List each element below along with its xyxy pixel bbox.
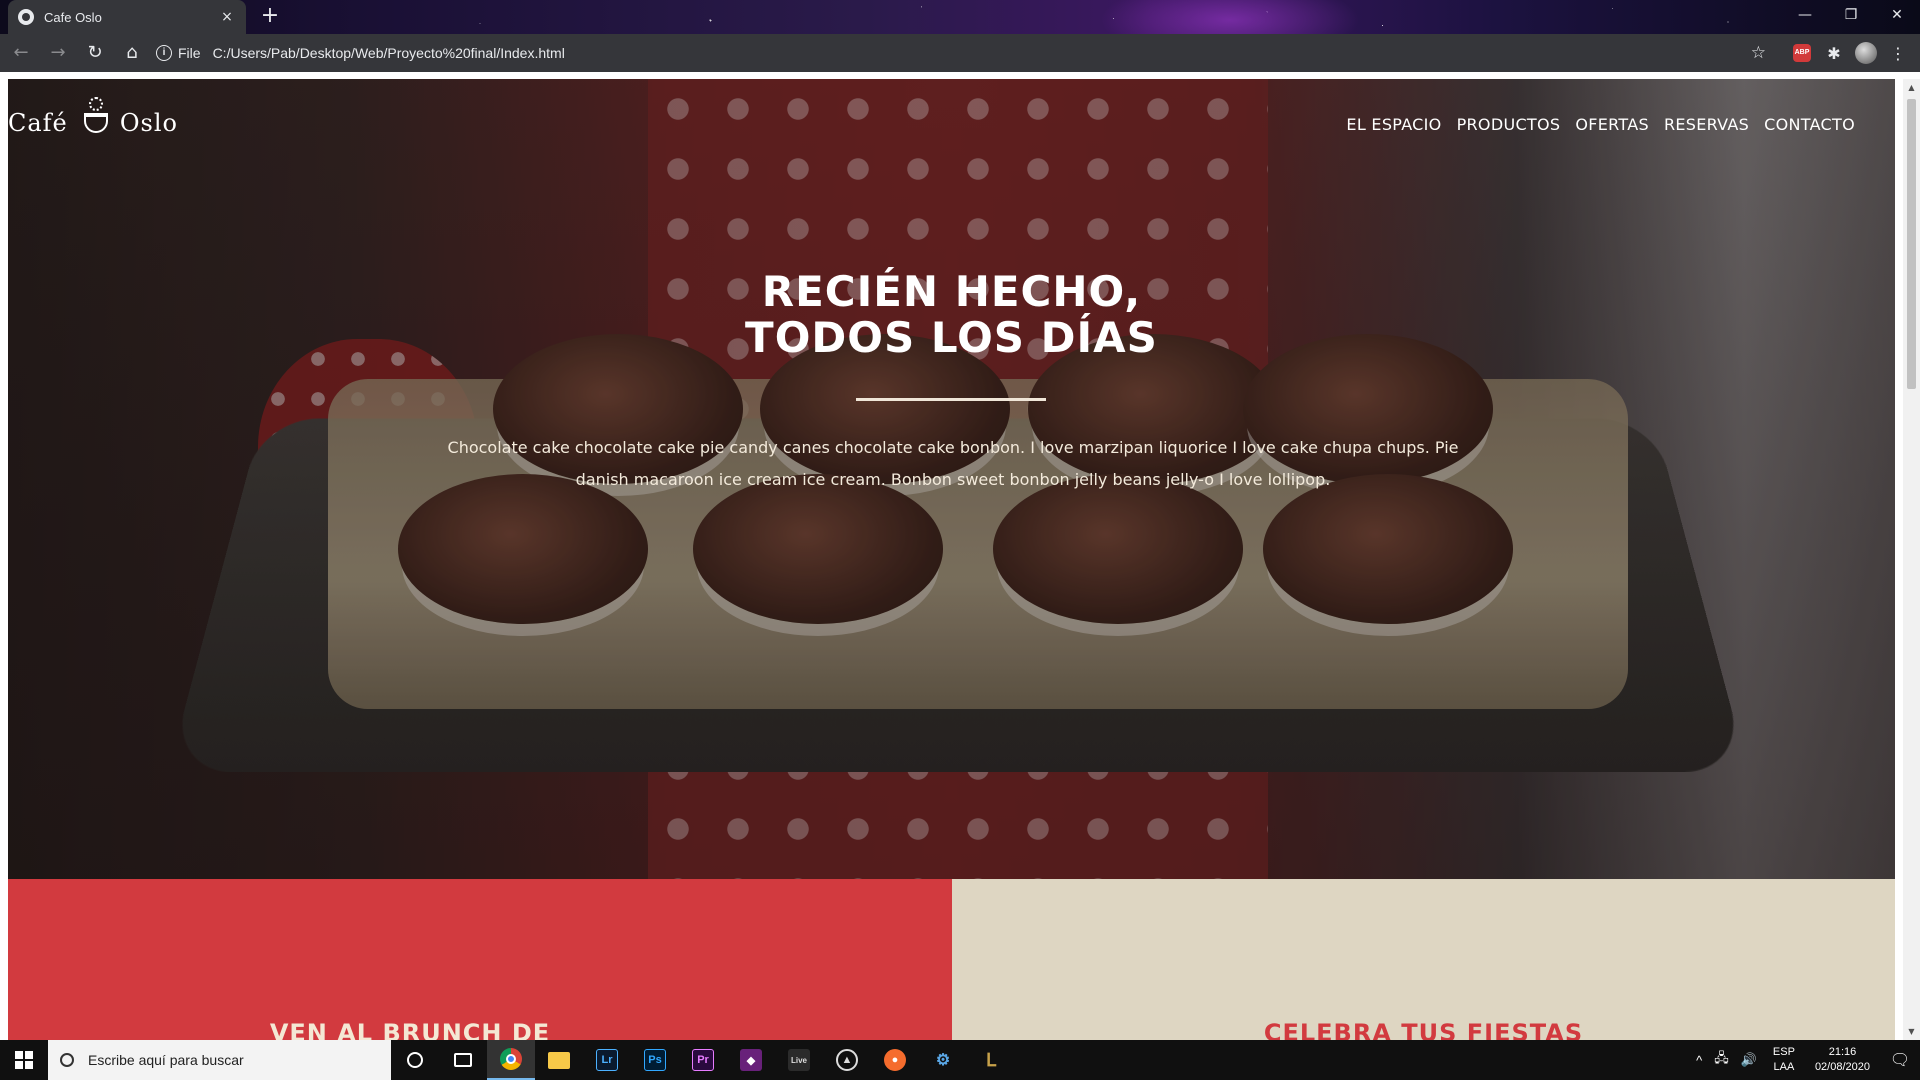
nav-contacto[interactable]: CONTACTO <box>1764 115 1855 134</box>
photoshop-icon: Ps <box>644 1049 666 1071</box>
puzzle-icon: ✱ <box>1827 43 1841 63</box>
restore-button[interactable]: ❐ <box>1828 0 1874 30</box>
volume-icon[interactable]: 🔊 <box>1741 1052 1757 1068</box>
start-button[interactable] <box>0 1040 48 1080</box>
theme-nebula <box>1100 0 1360 34</box>
taskbar-search[interactable]: Escribe aquí para buscar <box>48 1040 391 1080</box>
taskbar-steam[interactable]: ⚙ <box>919 1040 967 1080</box>
show-hidden-icons[interactable]: ^ <box>1696 1053 1702 1068</box>
cortana-button[interactable] <box>391 1040 439 1080</box>
nav-productos[interactable]: PRODUCTOS <box>1457 115 1561 134</box>
taskbar-file-explorer[interactable] <box>535 1040 583 1080</box>
taskbar-lightroom[interactable]: Lr <box>583 1040 631 1080</box>
taskbar: Escribe aquí para buscar Lr Ps Pr ◆ Live… <box>0 1040 1920 1080</box>
url-text[interactable]: C:/Users/Pab/Desktop/Web/Proyecto%20fina… <box>213 45 565 61</box>
clock-time: 21:16 <box>1828 1046 1857 1058</box>
brunch-panel-title: VEN AL BRUNCH DE <box>269 1019 551 1040</box>
theme-background <box>0 0 1920 34</box>
home-button[interactable]: ⌂ <box>116 37 148 69</box>
taskbar-app-compass[interactable]: ▲ <box>823 1040 871 1080</box>
minimize-button[interactable]: — <box>1782 0 1828 30</box>
chrome-icon <box>500 1048 522 1070</box>
browser-tab[interactable]: Cafe Oslo × <box>8 0 246 34</box>
folder-icon <box>548 1051 570 1069</box>
profile-button[interactable] <box>1854 41 1878 65</box>
vertical-scrollbar[interactable]: ▲ ▼ <box>1903 79 1920 1040</box>
back-button[interactable]: ← <box>5 37 37 69</box>
notification-icon[interactable]: 🗨 <box>1880 1040 1920 1080</box>
adblock-extension[interactable]: ABP <box>1790 41 1814 65</box>
hero-divider <box>856 398 1046 401</box>
logo-word-cafe: Café <box>8 109 68 137</box>
taskbar-search-placeholder: Escribe aquí para buscar <box>88 1052 244 1068</box>
taskbar-league-client[interactable]: Ⅼ <box>967 1040 1015 1080</box>
compass-icon: ▲ <box>836 1049 858 1071</box>
parties-panel: CELEBRA TUS FIESTAS <box>952 879 1895 1040</box>
keyboard-layout: LAA <box>1773 1061 1795 1073</box>
cortana-icon <box>407 1052 423 1068</box>
hero-description: Chocolate cake chocolate cake pie candy … <box>447 438 1459 489</box>
taskbar-premiere[interactable]: Pr <box>679 1040 727 1080</box>
close-tab-icon[interactable]: × <box>218 9 236 25</box>
hero-title-line2: TODOS LOS DÍAS <box>745 313 1158 362</box>
clock-date: 02/08/2020 <box>1814 1061 1870 1073</box>
avatar <box>1855 42 1877 64</box>
input-language[interactable]: ESP LAA <box>1773 1045 1795 1075</box>
chrome-menu-icon[interactable]: ⋮ <box>1886 41 1910 65</box>
hero-section: Café Oslo EL ESPACIO PRODUCTOS OFERTAS R… <box>8 79 1895 879</box>
visual-studio-icon: ◆ <box>740 1049 762 1071</box>
scheme-label: File <box>178 45 201 61</box>
nav-ofertas[interactable]: OFERTAS <box>1575 115 1649 134</box>
lightroom-icon: Lr <box>596 1049 618 1071</box>
adblock-icon: ABP <box>1793 44 1811 62</box>
site-nav: EL ESPACIO PRODUCTOS OFERTAS RESERVAS CO… <box>1346 115 1855 134</box>
taskbar-ableton-live[interactable]: Live <box>775 1040 823 1080</box>
taskbar-photoshop[interactable]: Ps <box>631 1040 679 1080</box>
coffee-cup-icon <box>74 97 114 137</box>
task-view-icon <box>454 1053 472 1067</box>
extensions-button[interactable]: ✱ <box>1822 41 1846 65</box>
system-tray: ^ 🖧 🔊 ESP LAA 21:16 02/08/2020 🗨 <box>1690 1040 1920 1080</box>
tab-title: Cafe Oslo <box>44 9 102 25</box>
clock[interactable]: 21:16 02/08/2020 <box>1815 1045 1870 1075</box>
search-icon <box>60 1053 74 1067</box>
steam-icon: ⚙ <box>935 1052 951 1069</box>
taskbar-chrome[interactable] <box>487 1040 535 1080</box>
page-viewport: Café Oslo EL ESPACIO PRODUCTOS OFERTAS R… <box>0 72 1920 1040</box>
address-bar[interactable]: i File C:/Users/Pab/Desktop/Web/Proyecto… <box>156 39 1776 67</box>
browser-toolbar: ← → ↻ ⌂ i File C:/Users/Pab/Desktop/Web/… <box>0 34 1920 72</box>
taskbar-origin[interactable]: ● <box>871 1040 919 1080</box>
network-icon[interactable]: 🖧 <box>1714 1049 1729 1071</box>
league-icon: Ⅼ <box>985 1049 997 1070</box>
premiere-icon: Pr <box>692 1049 714 1071</box>
site-info-icon[interactable]: i <box>156 45 172 61</box>
window-controls: — ❐ ✕ <box>1782 0 1920 30</box>
ableton-icon: Live <box>788 1049 810 1071</box>
windows-icon <box>15 1051 33 1069</box>
origin-icon: ● <box>884 1049 906 1071</box>
close-window-button[interactable]: ✕ <box>1874 0 1920 30</box>
nav-el-espacio[interactable]: EL ESPACIO <box>1346 115 1441 134</box>
parties-panel-title: CELEBRA TUS FIESTAS <box>1263 1019 1584 1040</box>
language-code: ESP <box>1772 1046 1795 1058</box>
logo-word-oslo: Oslo <box>119 109 178 137</box>
taskbar-visual-studio[interactable]: ◆ <box>727 1040 775 1080</box>
nav-reservas[interactable]: RESERVAS <box>1664 115 1749 134</box>
scroll-down-icon[interactable]: ▼ <box>1903 1023 1920 1040</box>
reload-button[interactable]: ↻ <box>79 37 111 69</box>
hero-title: RECIÉN HECHO, TODOS LOS DÍAS <box>8 269 1895 361</box>
task-view-button[interactable] <box>439 1040 487 1080</box>
scroll-up-icon[interactable]: ▲ <box>1903 79 1920 96</box>
hero-title-line1: RECIÉN HECHO, <box>761 267 1142 316</box>
new-tab-button[interactable]: + <box>257 4 283 30</box>
brunch-panel: VEN AL BRUNCH DE <box>8 879 952 1040</box>
globe-icon <box>18 9 34 25</box>
scrollbar-thumb[interactable] <box>1907 99 1916 389</box>
forward-button[interactable]: → <box>42 37 74 69</box>
bookmark-star-icon[interactable]: ☆ <box>1751 43 1766 63</box>
site-logo[interactable]: Café Oslo <box>8 87 178 137</box>
tab-strip: Cafe Oslo × + — ❐ ✕ <box>0 0 1920 34</box>
